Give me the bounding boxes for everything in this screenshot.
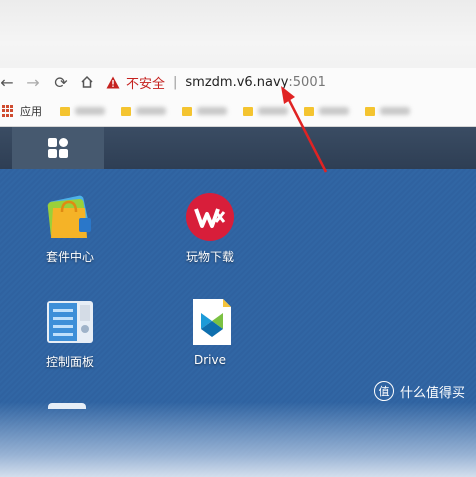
annotation-arrow — [281, 86, 328, 173]
arrow-head — [281, 86, 295, 104]
arrow-shaft — [285, 95, 328, 173]
